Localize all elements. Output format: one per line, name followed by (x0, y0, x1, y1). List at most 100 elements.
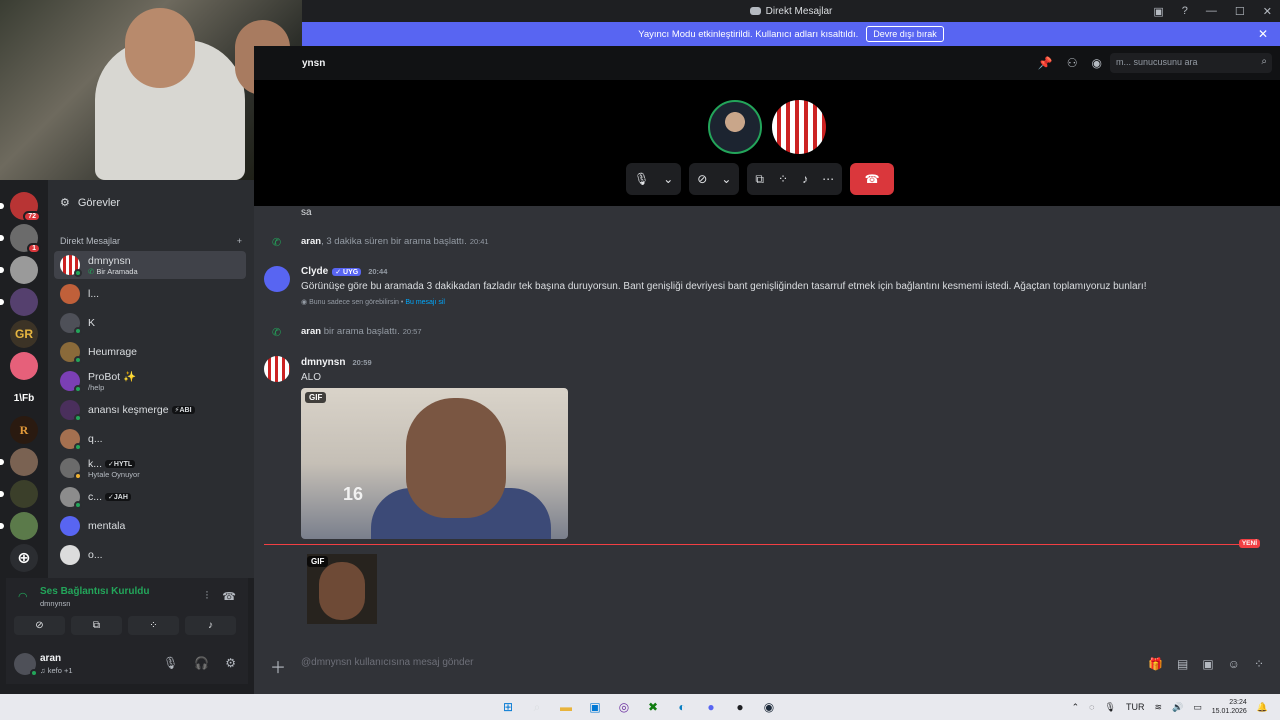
gif-attachment[interactable]: GIF 16 (301, 388, 568, 539)
notification-icon[interactable]: 🔔 (1257, 702, 1268, 713)
dm-item[interactable]: q... (54, 425, 246, 453)
store-icon[interactable]: ▣ (585, 697, 605, 717)
server-icon[interactable]: 72 (0, 192, 41, 222)
hangup-button[interactable]: ☎ (850, 163, 895, 195)
search-input[interactable]: m... sunucusunu ara ⌕ (1110, 53, 1272, 73)
clyde-avatar[interactable] (264, 266, 290, 292)
dm-item[interactable]: k... ✓HYTL Hytale Oynuyor (54, 454, 246, 482)
close-window-button[interactable]: ✕ (1263, 5, 1272, 18)
gif-icon[interactable]: ▤ (1177, 657, 1188, 671)
screen-share-button[interactable]: ⧉ (71, 616, 122, 635)
clock[interactable]: 23:24 15.01.2026 (1212, 698, 1247, 716)
search-icon[interactable]: ⌕ (527, 697, 547, 717)
language-indicator[interactable]: TUR (1126, 702, 1145, 712)
add-server-icon[interactable]: ⊕ (10, 544, 38, 572)
soundboard-button[interactable]: ♪ (185, 616, 236, 635)
disconnect-icon[interactable]: ☎ (222, 590, 236, 603)
dm-item[interactable]: dmnynsn ✆ Bir Aramada (54, 251, 246, 279)
noise-suppression-icon[interactable]: ⫶ (206, 590, 209, 603)
file-explorer-icon[interactable]: ▬ (556, 697, 576, 717)
chat-area: sa ✆ aran, 3 dakika süren bir arama başl… (254, 206, 1280, 644)
app-icon[interactable]: ◎ (614, 697, 634, 717)
avatar[interactable] (264, 356, 290, 382)
xbox-icon[interactable]: ✖ (643, 697, 663, 717)
activities-icon[interactable]: ⁘ (778, 172, 788, 186)
soundboard-icon[interactable]: ♪ (802, 172, 808, 186)
help-icon[interactable]: ? (1182, 5, 1188, 17)
dm-item[interactable]: o... (54, 541, 246, 569)
microphone-icon[interactable]: 🎙 (163, 656, 178, 670)
ephemeral-notice: ◉ Bunu sadece sen görebilirsin • Bu mesa… (301, 299, 445, 306)
dm-item[interactable]: K (54, 309, 246, 337)
delete-message-link[interactable]: Bu mesajı sil (405, 299, 445, 306)
settings-icon[interactable]: ⚙ (225, 656, 236, 670)
minimize-button[interactable]: — (1206, 5, 1217, 17)
server-icon[interactable] (0, 448, 38, 476)
status-indicator (74, 327, 82, 335)
dm-header: ynsn 📌 ⚇ ◉ m... sunucusunu ara ⌕ (254, 46, 1280, 80)
dm-item[interactable]: mentala (54, 512, 246, 540)
dm-item[interactable]: c... ✓JAH (54, 483, 246, 511)
tasks-item[interactable]: ⚙ Görevler (60, 196, 120, 210)
signal-icon[interactable]: ◠ (18, 590, 28, 603)
screen-share-icon[interactable]: ⧉ (755, 172, 764, 187)
maximize-button[interactable]: ☐ (1235, 5, 1245, 18)
call-participant-avatar[interactable] (772, 100, 826, 154)
server-icon-fb[interactable]: 1\Fb (10, 384, 38, 412)
voice-status-title[interactable]: Ses Bağlantısı Kuruldu (40, 586, 149, 597)
headphones-icon[interactable]: 🎧 (194, 656, 209, 670)
server-icon[interactable]: 1 (0, 224, 41, 254)
avatar (60, 342, 82, 364)
discord-icon[interactable]: ● (701, 697, 721, 717)
edge-icon[interactable]: ◐ (672, 697, 692, 717)
microphone-icon[interactable]: 🎙 (634, 172, 649, 186)
message-input[interactable]: @dmnynsn kullanıcısına mesaj gönder (301, 657, 473, 668)
unread-pip (0, 299, 4, 305)
microphone-icon[interactable]: 🎙 (1105, 702, 1116, 713)
dm-item[interactable]: ProBot ✨/help (54, 367, 246, 395)
tray-app-icon[interactable]: ◌ (1089, 702, 1094, 712)
battery-icon[interactable]: ▭ (1193, 702, 1202, 713)
more-options-icon[interactable]: ⋯ (822, 172, 834, 186)
start-icon[interactable]: ⊞ (498, 697, 518, 717)
chevron-down-icon[interactable]: ⌄ (721, 172, 731, 186)
dm-item[interactable]: Heumrage (54, 338, 246, 366)
apps-icon[interactable]: ⁘ (1254, 657, 1264, 671)
server-icon-r[interactable]: R (10, 416, 38, 444)
activities-button[interactable]: ⁘ (128, 616, 179, 635)
gift-icon[interactable]: 🎁 (1148, 657, 1163, 671)
camera-toggle-button[interactable]: ⊘ (14, 616, 65, 635)
sticker-icon[interactable]: ▣ (1202, 657, 1213, 671)
add-friend-icon[interactable]: ⚇ (1067, 56, 1078, 70)
activities-icon: ⁘ (149, 620, 158, 631)
server-icon[interactable] (10, 352, 38, 380)
dm-item[interactable]: anansı keşmerge ⚡ABI (54, 396, 246, 424)
dm-item[interactable]: l... (54, 280, 246, 308)
server-icon[interactable] (0, 256, 38, 284)
gif-attachment[interactable]: GIF (307, 554, 377, 624)
call-participant-avatar[interactable] (708, 100, 762, 154)
disable-streamer-mode-button[interactable]: Devre dışı bırak (866, 26, 944, 42)
avatar[interactable] (14, 653, 38, 677)
emoji-icon[interactable]: ☺ (1228, 657, 1240, 671)
app-icon[interactable]: ● (730, 697, 750, 717)
add-attachment-icon[interactable]: ＋ (270, 654, 286, 678)
inbox-icon[interactable]: ▣ (1153, 5, 1163, 18)
server-icon-gr[interactable]: GR (10, 320, 38, 348)
steam-icon[interactable]: ◉ (759, 697, 779, 717)
close-banner-icon[interactable]: ✕ (1258, 27, 1268, 41)
chevron-down-icon[interactable]: ⌄ (663, 172, 673, 186)
create-dm-button[interactable]: + (237, 236, 242, 246)
server-icon[interactable] (0, 288, 38, 316)
pin-icon[interactable]: 📌 (1038, 56, 1053, 70)
message-author: Clyde ✓ UYG 20:44 (301, 266, 388, 277)
wifi-icon[interactable]: ≋ (1154, 702, 1162, 713)
server-icon[interactable] (0, 480, 38, 508)
voice-status-channel: dmnynsn (40, 599, 71, 608)
volume-icon[interactable]: 🔊 (1172, 702, 1183, 713)
camera-off-icon[interactable]: ⊘ (697, 172, 707, 186)
profile-icon[interactable]: ◉ (1092, 56, 1102, 70)
user-name[interactable]: aran (40, 653, 61, 664)
chevron-up-icon[interactable]: ⌃ (1072, 702, 1080, 713)
server-icon[interactable] (0, 512, 38, 540)
